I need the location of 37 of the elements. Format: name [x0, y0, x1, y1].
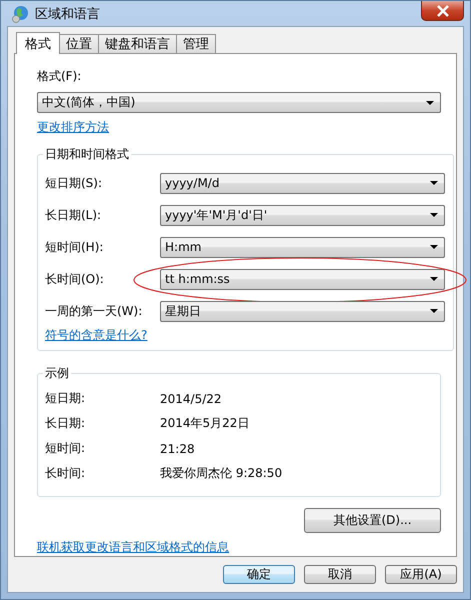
symbols-help-link[interactable]: 符号的含意是什么? [45, 328, 148, 342]
group-title: 日期和时间格式 [44, 146, 130, 163]
example-value: 2014年5月22日 [160, 415, 250, 432]
window-title: 区域和语言 [35, 6, 100, 22]
format-dropdown[interactable]: 中文(简体，中国) [37, 92, 441, 113]
sort-method-link[interactable]: 更改排序方法 [37, 119, 109, 136]
tab[interactable]: 管理 [176, 34, 216, 53]
example-label: 长日期: [45, 415, 86, 432]
format-dropdown[interactable]: yyyy'年'M'月'd'日' [160, 204, 445, 226]
tab[interactable]: 键盘和语言 [98, 34, 177, 53]
field-label: 长日期(L): [45, 206, 102, 224]
field-label: 短日期(S): [45, 174, 104, 192]
field-label: 一周的第一天(W): [45, 302, 144, 320]
field-label: 短时间(H): [45, 238, 104, 256]
close-button[interactable] [421, 1, 464, 21]
other-settings-button[interactable]: 其他设置(D)... [304, 508, 441, 533]
example-label: 短日期: [45, 390, 86, 407]
format-label: 格式(F): [37, 68, 82, 85]
close-icon [436, 4, 450, 16]
format-dropdown[interactable]: H:mm [160, 236, 445, 258]
tab[interactable]: 位置 [59, 34, 99, 53]
format-dropdown[interactable]: 星期日 [160, 300, 445, 322]
example-value: 21:28 [160, 442, 195, 456]
field-label: 长时间(O): [45, 270, 105, 288]
online-info-link[interactable]: 联机获取更改语言和区域格式的信息 [37, 539, 229, 556]
format-dropdown[interactable]: yyyy/M/d [160, 172, 445, 194]
example-label: 短时间: [45, 440, 86, 457]
dialog-button[interactable]: 确定 [223, 565, 295, 584]
format-dropdown[interactable]: tt h:mm:ss [160, 268, 445, 290]
example-label: 长时间: [45, 465, 86, 482]
globe-icon [11, 4, 29, 22]
tab[interactable]: 格式 [16, 32, 60, 54]
example-value: 2014/5/22 [160, 392, 222, 406]
dialog-button[interactable]: 应用(A) [385, 565, 457, 584]
group-title: 示例 [44, 365, 70, 382]
example-value: 我爱你周杰伦 9:28:50 [160, 465, 282, 482]
dialog-button[interactable]: 取消 [304, 565, 376, 584]
